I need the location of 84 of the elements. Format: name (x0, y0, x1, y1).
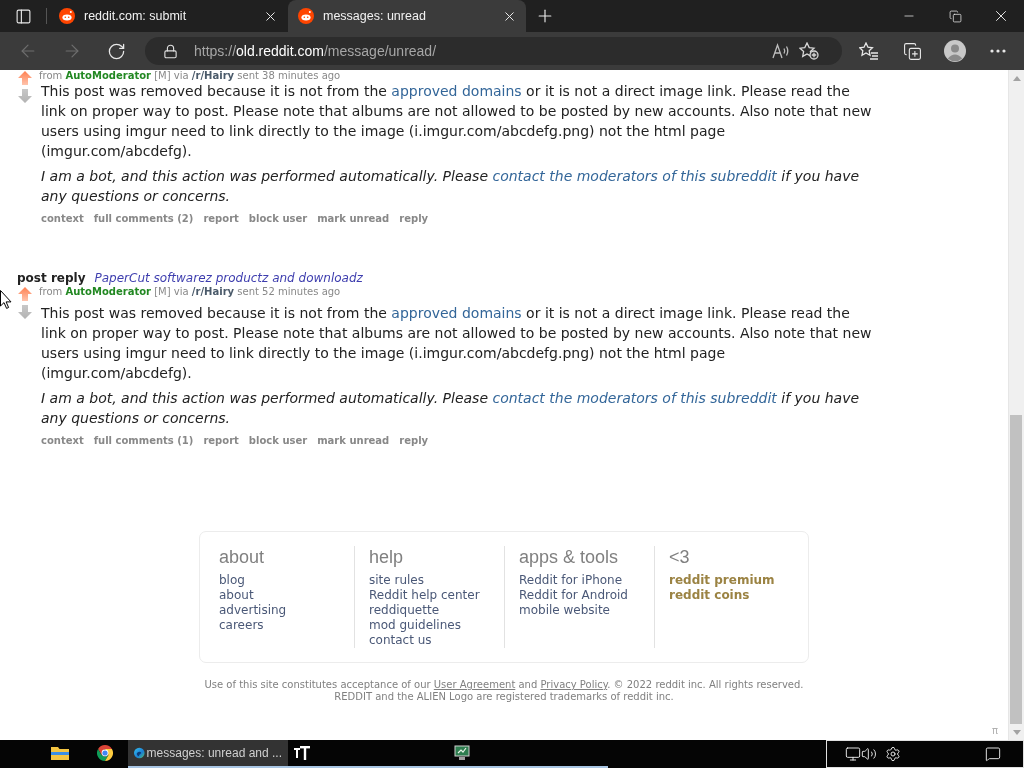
inline-link[interactable]: approved domains (391, 83, 522, 99)
site-logo-icon (298, 8, 314, 24)
footer-link[interactable]: contact us (369, 633, 432, 648)
bot-notice: I am a bot, and this action was performed automatically. Please contact the moderators of this subreddit if you have any questions or concerns. (41, 389, 861, 428)
browser-tab[interactable]: messages: unread (288, 0, 526, 32)
lock-icon (163, 43, 178, 59)
notification-icon[interactable] (985, 746, 1001, 762)
sent-time: sent 38 minutes ago (237, 70, 341, 81)
url-text: https://old.reddit.com/message/unread/ (194, 43, 438, 59)
subreddit-link[interactable]: /r/Hairy (191, 70, 235, 81)
read-aloud-icon (772, 43, 790, 59)
footer-heading: about (219, 546, 266, 568)
network-icon[interactable] (845, 746, 861, 762)
footer-link[interactable]: Reddit help center (369, 588, 480, 603)
footer-link[interactable]: site rules (369, 573, 424, 588)
star-plus-icon (799, 42, 819, 60)
footer-link[interactable]: reddiquette (369, 603, 440, 618)
action-link[interactable]: block user (248, 434, 308, 448)
action-link[interactable]: context (41, 434, 84, 448)
message-subject-link[interactable]: PaperCut softwarez productz and downloadz (94, 270, 363, 286)
legal-text: Use of this site constitutes acceptance of our User Agreement and Privacy Policy. © 2022 reddit inc. All rights reserved. (204, 679, 804, 691)
moderator-tag: [M] (154, 70, 171, 81)
scrollbar-thumb[interactable] (1010, 415, 1022, 724)
footer-link[interactable]: mobile website (519, 603, 610, 618)
collections-icon (902, 41, 922, 61)
subreddit-link[interactable]: /r/Hairy (191, 286, 235, 297)
message-body: This post was removed because it is not from the approved domains or it is not a direct image link. Please read the link on proper way to post. Please note that albums are not allowed to be posted by new accounts. Also note that new users using imgur need to link directly to the image (i.imgur.com/abcdefg.png) not the html page (imgur.com/abcdefg). (41, 82, 873, 161)
action-link[interactable]: context (41, 212, 84, 226)
refresh-icon (106, 41, 126, 61)
action-link[interactable]: full comments (2) (93, 212, 194, 226)
folder-icon (51, 745, 69, 761)
browser-icon (97, 745, 113, 761)
browser-icon (134, 745, 145, 761)
volume-icon[interactable] (861, 746, 877, 762)
from-label: from (39, 286, 63, 297)
footer-heading: help (369, 546, 405, 568)
sent-time: sent 52 minutes ago (237, 286, 341, 297)
app-icon (294, 745, 310, 761)
inline-link[interactable]: contact the moderators of this subreddit (492, 390, 777, 406)
message-body: This post was removed because it is not from the approved domains or it is not a direct image link. Please read the link on proper way to post. Please note that albums are not allowed to be posted by new accounts. Also note that new users using imgur need to link directly to the image (i.imgur.com/abcdefg.png) not the html page (imgur.com/abcdefg). (41, 304, 873, 383)
action-link[interactable]: block user (248, 212, 308, 226)
action-link[interactable]: mark unread (317, 212, 390, 226)
legal-text: REDDIT and the ALIEN Logo are registered trademarks of reddit inc. (334, 691, 674, 703)
monitor-app-icon (454, 745, 470, 761)
author-link[interactable]: AutoModerator (65, 286, 151, 297)
legal-link[interactable]: User Agreement (433, 679, 516, 690)
footer-link[interactable]: Reddit for Android (519, 588, 628, 603)
footer-link[interactable]: Reddit for iPhone (519, 573, 623, 588)
site-logo-icon (59, 8, 75, 24)
tab-title: messages: unread (323, 9, 427, 23)
moderator-tag: [M] (154, 286, 171, 297)
action-link[interactable]: report (203, 434, 239, 448)
tab-title: reddit.com: submit (84, 9, 188, 23)
taskbar-app-button[interactable]: messages: unread and ... (128, 740, 288, 768)
action-link[interactable]: reply (399, 434, 429, 448)
action-link[interactable]: report (203, 212, 239, 226)
footer-link[interactable]: reddit premium (669, 573, 775, 588)
footer-link[interactable]: advertising (219, 603, 287, 618)
footer-heading: <3 (669, 546, 691, 568)
author-link[interactable]: AutoModerator (65, 70, 151, 81)
sidebar-panel-icon (14, 7, 32, 25)
footer-link[interactable]: careers (219, 618, 264, 633)
scrollbar[interactable] (1008, 70, 1024, 740)
footer-link[interactable]: about (219, 588, 254, 603)
footer-link[interactable]: reddit coins (669, 588, 750, 603)
footer-heading: apps & tools (519, 546, 620, 568)
action-link[interactable]: mark unread (317, 434, 390, 448)
from-label: from (39, 70, 63, 81)
bot-notice: I am a bot, and this action was performed automatically. Please contact the moderators of this subreddit if you have any questions or concerns. (41, 167, 861, 206)
via-label: via (173, 286, 189, 297)
message-type-label: post reply (17, 270, 86, 286)
settings-icon[interactable] (885, 746, 901, 762)
inline-link[interactable]: contact the moderators of this subreddit (492, 168, 777, 184)
star-list-icon (859, 42, 879, 60)
address-bar[interactable]: https://old.reddit.com/message/unread/ (145, 37, 842, 65)
action-link[interactable]: reply (399, 212, 429, 226)
action-link[interactable]: full comments (1) (93, 434, 194, 448)
restore-icon (948, 9, 962, 23)
footer-link[interactable]: blog (219, 573, 245, 588)
browser-tab[interactable]: reddit.com: submit (49, 0, 287, 32)
more-icon (990, 49, 1006, 53)
footer-link[interactable]: mod guidelines (369, 618, 461, 633)
via-label: via (173, 70, 189, 81)
inline-link[interactable]: approved domains (391, 305, 522, 321)
